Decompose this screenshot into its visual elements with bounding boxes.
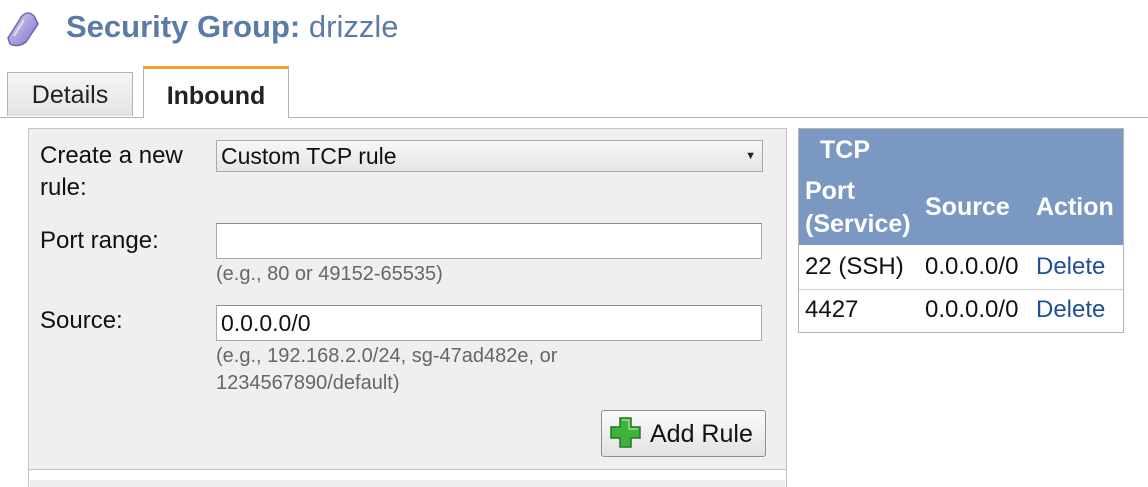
- form-footer-shade: [30, 480, 785, 487]
- rule-source: 0.0.0.0/0: [925, 296, 1019, 323]
- tab-inbound[interactable]: Inbound: [143, 66, 289, 118]
- shield-icon: [7, 12, 39, 47]
- protocol-group-title: TCP: [820, 136, 870, 164]
- port-range-input[interactable]: [216, 223, 762, 259]
- source-input[interactable]: [216, 305, 762, 341]
- page-title: Security Group: drizzle: [66, 8, 398, 46]
- rule-source: 0.0.0.0/0: [925, 253, 1019, 280]
- source-hint: (e.g., 192.168.2.0/24, sg-47ad482e, or 1…: [216, 345, 558, 394]
- column-port-service: Port (Service): [805, 177, 911, 238]
- source-label: Source:: [40, 307, 123, 334]
- delete-rule-link[interactable]: Delete: [1036, 294, 1105, 326]
- page: Security Group: drizzle Details Inbound …: [0, 0, 1148, 487]
- column-source: Source: [925, 193, 1010, 221]
- chevron-down-icon: ▼: [745, 150, 756, 162]
- inbound-rules-table: TCP Port (Service) Source Action 22 (SSH…: [798, 128, 1124, 333]
- rule-type-label: Create a new rule:: [40, 142, 183, 201]
- plus-icon: [610, 417, 641, 448]
- port-range-label: Port range:: [40, 227, 159, 254]
- tab-details[interactable]: Details: [7, 72, 133, 116]
- column-action: Action: [1036, 193, 1114, 221]
- row-divider: [799, 289, 1123, 290]
- rule-port: 22 (SSH): [805, 253, 904, 280]
- rule-type-select-value: Custom TCP rule: [221, 143, 397, 169]
- security-group-name: drizzle: [308, 9, 399, 44]
- page-title-prefix: Security Group:: [66, 9, 301, 44]
- delete-rule-link[interactable]: Delete: [1036, 251, 1105, 283]
- add-rule-button-label: Add Rule: [650, 420, 753, 448]
- rule-type-select[interactable]: Custom TCP rule ▼: [216, 140, 763, 172]
- add-rule-button[interactable]: Add Rule: [601, 410, 766, 457]
- rule-port: 4427: [805, 296, 859, 323]
- page-header: Security Group: drizzle: [0, 0, 1148, 56]
- port-range-hint: (e.g., 80 or 49152-65535): [216, 263, 443, 285]
